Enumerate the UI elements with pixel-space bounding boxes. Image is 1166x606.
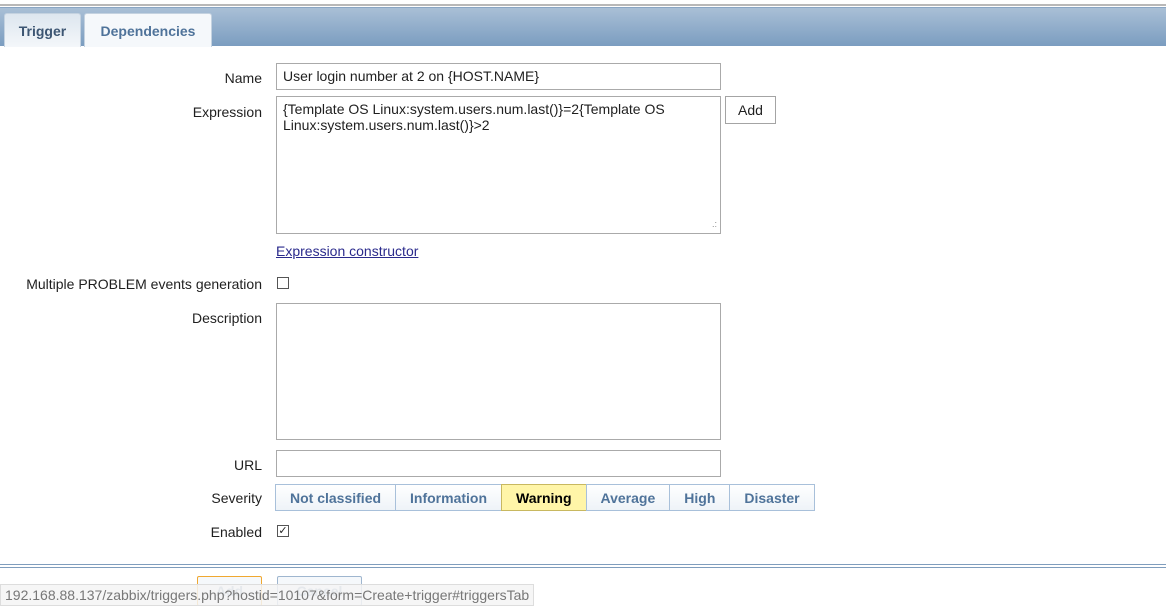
severity-not-classified[interactable]: Not classified bbox=[275, 484, 397, 511]
severity-warning[interactable]: Warning bbox=[501, 484, 587, 511]
expression-constructor-link[interactable]: Expression constructor bbox=[276, 243, 418, 259]
multiple-problem-label: Multiple PROBLEM events generation bbox=[26, 276, 262, 292]
expression-label: Expression bbox=[192, 104, 262, 120]
severity-disaster[interactable]: Disaster bbox=[729, 484, 815, 511]
tab-trigger[interactable]: Trigger bbox=[4, 13, 81, 47]
name-input[interactable]: User login number at 2 on {HOST.NAME} bbox=[276, 63, 721, 90]
severity-high[interactable]: High bbox=[669, 484, 731, 511]
add-expression-button[interactable]: Add bbox=[725, 96, 776, 124]
description-label: Description bbox=[191, 310, 262, 326]
expression-text: {Template OS Linux:system.users.num.last… bbox=[283, 101, 665, 133]
footer-separator bbox=[0, 564, 1166, 568]
severity-label: Severity bbox=[211, 490, 262, 506]
window-top-border bbox=[0, 0, 1166, 6]
resize-grip-icon[interactable]: .: bbox=[712, 216, 717, 232]
enabled-label: Enabled bbox=[210, 524, 262, 540]
severity-selector: Not classified Information Warning Avera… bbox=[275, 484, 815, 511]
tab-dependencies[interactable]: Dependencies bbox=[84, 13, 212, 47]
name-label: Name bbox=[224, 70, 262, 86]
enabled-checkbox[interactable]: ✓ bbox=[277, 525, 289, 537]
description-textarea[interactable] bbox=[276, 303, 721, 440]
browser-status-bar: 192.168.88.137/zabbix/triggers.php?hosti… bbox=[0, 584, 535, 606]
severity-information[interactable]: Information bbox=[395, 484, 503, 511]
expression-textarea[interactable]: {Template OS Linux:system.users.num.last… bbox=[276, 96, 721, 234]
severity-average[interactable]: Average bbox=[585, 484, 671, 511]
url-input[interactable] bbox=[276, 450, 721, 477]
checkmark-icon: ✓ bbox=[278, 525, 288, 537]
url-label: URL bbox=[233, 457, 262, 473]
tab-bar: Trigger Dependencies bbox=[0, 7, 1166, 47]
multiple-problem-checkbox[interactable] bbox=[277, 277, 289, 289]
